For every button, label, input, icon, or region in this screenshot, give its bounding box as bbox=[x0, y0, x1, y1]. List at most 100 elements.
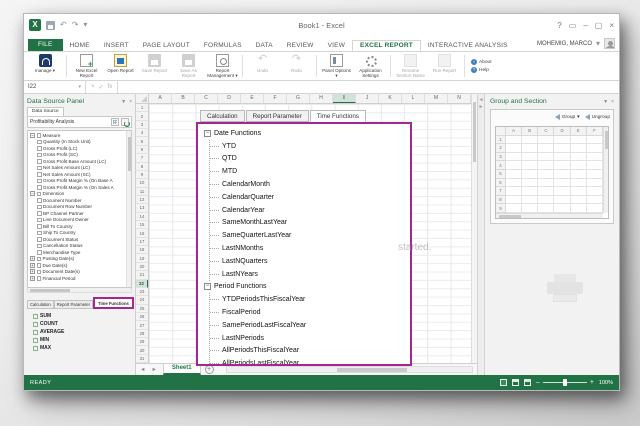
function-item-sum[interactable]: SUM bbox=[27, 312, 132, 320]
checkbox[interactable] bbox=[37, 205, 42, 210]
mini-grid-cell[interactable] bbox=[538, 179, 554, 188]
help-link[interactable]: ?Help bbox=[471, 67, 492, 73]
panel-tab-calculation[interactable]: Calculation bbox=[27, 300, 54, 309]
tree-item-samequarterlastyear[interactable]: SameQuarterLastYear bbox=[210, 229, 406, 242]
tree-item-lastnyears[interactable]: LastNYears bbox=[210, 268, 406, 281]
mini-grid-cell[interactable] bbox=[571, 196, 587, 205]
row-header-31[interactable]: 31 bbox=[136, 355, 148, 363]
tree-item-mtd[interactable]: MTD bbox=[210, 165, 406, 178]
ribbon-tab-data[interactable]: DATA bbox=[249, 41, 280, 52]
row-header-15[interactable]: 15 bbox=[136, 221, 148, 229]
panel-close-icon[interactable]: × bbox=[611, 99, 614, 105]
mini-grid-cell[interactable] bbox=[571, 170, 587, 179]
tree-item-sameperiodlastfiscalyear[interactable]: SamePeriodLastFiscalYear bbox=[210, 319, 406, 332]
mini-grid-cell[interactable] bbox=[571, 144, 587, 153]
mini-grid-cell[interactable] bbox=[522, 187, 538, 196]
new-excel-report-button[interactable]: New Excel Report bbox=[71, 53, 102, 79]
checkbox[interactable] bbox=[37, 237, 42, 242]
sheet-nav-right-icon[interactable]: ► bbox=[151, 367, 158, 373]
mini-grid-cell[interactable] bbox=[522, 170, 538, 179]
panel-options-button[interactable]: Panel Options ▾ bbox=[321, 53, 352, 79]
mini-grid-cell[interactable] bbox=[554, 204, 570, 213]
mini-grid-cell[interactable] bbox=[571, 153, 587, 162]
collapse-icon[interactable]: − bbox=[30, 191, 35, 196]
tree-node-financial-period[interactable]: +Financial Period bbox=[30, 275, 125, 282]
expand-icon[interactable]: + bbox=[30, 276, 35, 281]
row-header-27[interactable]: 27 bbox=[136, 321, 148, 329]
function-item-average[interactable]: AVERAGE bbox=[27, 328, 132, 336]
ungroup-button[interactable]: Ungroup bbox=[585, 114, 610, 120]
checkbox[interactable] bbox=[37, 179, 42, 184]
mini-grid-cell[interactable] bbox=[522, 204, 538, 213]
mini-grid-cell[interactable] bbox=[587, 153, 603, 162]
expand-icon[interactable]: + bbox=[30, 263, 35, 268]
save-icon[interactable] bbox=[46, 21, 55, 30]
row-header-1[interactable]: 1 bbox=[136, 104, 148, 112]
ribbon-tab-insert[interactable]: INSERT bbox=[97, 41, 136, 52]
mini-grid-cell[interactable] bbox=[554, 170, 570, 179]
mini-grid-cell[interactable] bbox=[587, 179, 603, 188]
expand-icon[interactable]: + bbox=[30, 256, 35, 261]
checkbox[interactable] bbox=[37, 133, 42, 138]
redo-icon[interactable]: ↷ bbox=[72, 21, 79, 29]
mini-grid-cell[interactable] bbox=[587, 144, 603, 153]
function-item-min[interactable]: MIN bbox=[27, 336, 132, 344]
data-source-tab[interactable]: Data Source bbox=[27, 107, 64, 116]
mini-grid-cell[interactable] bbox=[587, 196, 603, 205]
formula-button-fx[interactable]: fx bbox=[108, 84, 113, 90]
checkbox[interactable] bbox=[37, 224, 42, 229]
open-report-button[interactable]: Open Report bbox=[105, 53, 136, 79]
row-header-20[interactable]: 20 bbox=[136, 263, 148, 271]
checkbox[interactable] bbox=[37, 172, 42, 177]
row-header-17[interactable]: 17 bbox=[136, 238, 148, 246]
tree-item-allperiodsthisfiscalyear[interactable]: AllPeriodsThisFiscalYear bbox=[210, 345, 406, 358]
mini-grid-cell[interactable] bbox=[538, 136, 554, 145]
checkbox[interactable] bbox=[37, 192, 42, 197]
formula-input[interactable] bbox=[118, 81, 619, 93]
sheet-horizontal-scrollbar[interactable] bbox=[226, 366, 473, 373]
row-header-2[interactable]: 2 bbox=[136, 112, 148, 120]
tree-item-calendaryear[interactable]: CalendarYear bbox=[210, 204, 406, 217]
collapse-icon[interactable]: − bbox=[30, 133, 35, 138]
tree-item-lastnquarters[interactable]: LastNQuarters bbox=[210, 255, 406, 268]
checkbox[interactable] bbox=[37, 146, 42, 151]
row-header-9[interactable]: 9 bbox=[136, 171, 148, 179]
row-header-29[interactable]: 29 bbox=[136, 338, 148, 346]
undo-icon[interactable]: ↶ bbox=[60, 21, 67, 29]
mini-grid-cell[interactable] bbox=[571, 161, 587, 170]
mini-grid-cell[interactable] bbox=[554, 136, 570, 145]
column-header-b[interactable]: B bbox=[172, 94, 195, 103]
panel-caret-icon[interactable]: ▼ bbox=[121, 99, 126, 105]
tree-item-ytd[interactable]: YTD bbox=[210, 140, 406, 153]
mini-grid-cell[interactable] bbox=[538, 170, 554, 179]
mini-grid-hscroll[interactable] bbox=[496, 213, 603, 218]
refresh-icon[interactable] bbox=[121, 118, 129, 126]
sheet-vertical-scrollbar[interactable] bbox=[471, 94, 477, 363]
checkbox[interactable] bbox=[37, 211, 42, 216]
name-box[interactable]: I22 ▾ bbox=[24, 81, 86, 93]
panel-tab-report-parameter[interactable]: Report Parameter bbox=[54, 300, 93, 309]
mini-grid-cell[interactable] bbox=[554, 161, 570, 170]
mini-grid-cell[interactable] bbox=[538, 204, 554, 213]
checkbox[interactable] bbox=[37, 166, 42, 171]
restore-button[interactable]: ▢ bbox=[595, 21, 603, 30]
mini-grid-cell[interactable] bbox=[506, 153, 522, 162]
checkbox[interactable] bbox=[37, 244, 42, 249]
checkbox[interactable] bbox=[37, 198, 42, 203]
mini-grid-cell[interactable] bbox=[538, 144, 554, 153]
row-header-24[interactable]: 24 bbox=[136, 296, 148, 304]
checkbox[interactable] bbox=[37, 263, 42, 268]
checkbox[interactable] bbox=[37, 250, 42, 255]
sheet-nav-left-icon[interactable]: ◄ bbox=[140, 367, 147, 373]
mini-grid-cell[interactable] bbox=[506, 170, 522, 179]
checkbox[interactable] bbox=[37, 140, 42, 145]
mini-grid-cell[interactable] bbox=[571, 187, 587, 196]
row-header-12[interactable]: 12 bbox=[136, 196, 148, 204]
close-button[interactable]: × bbox=[609, 21, 614, 30]
column-header-a[interactable]: A bbox=[149, 94, 172, 103]
mini-grid-cell[interactable] bbox=[506, 204, 522, 213]
mini-grid-cell[interactable] bbox=[522, 161, 538, 170]
row-header-16[interactable]: 16 bbox=[136, 229, 148, 237]
mini-grid-cell[interactable] bbox=[571, 136, 587, 145]
tree-item-calendarmonth[interactable]: CalendarMonth bbox=[210, 178, 406, 191]
